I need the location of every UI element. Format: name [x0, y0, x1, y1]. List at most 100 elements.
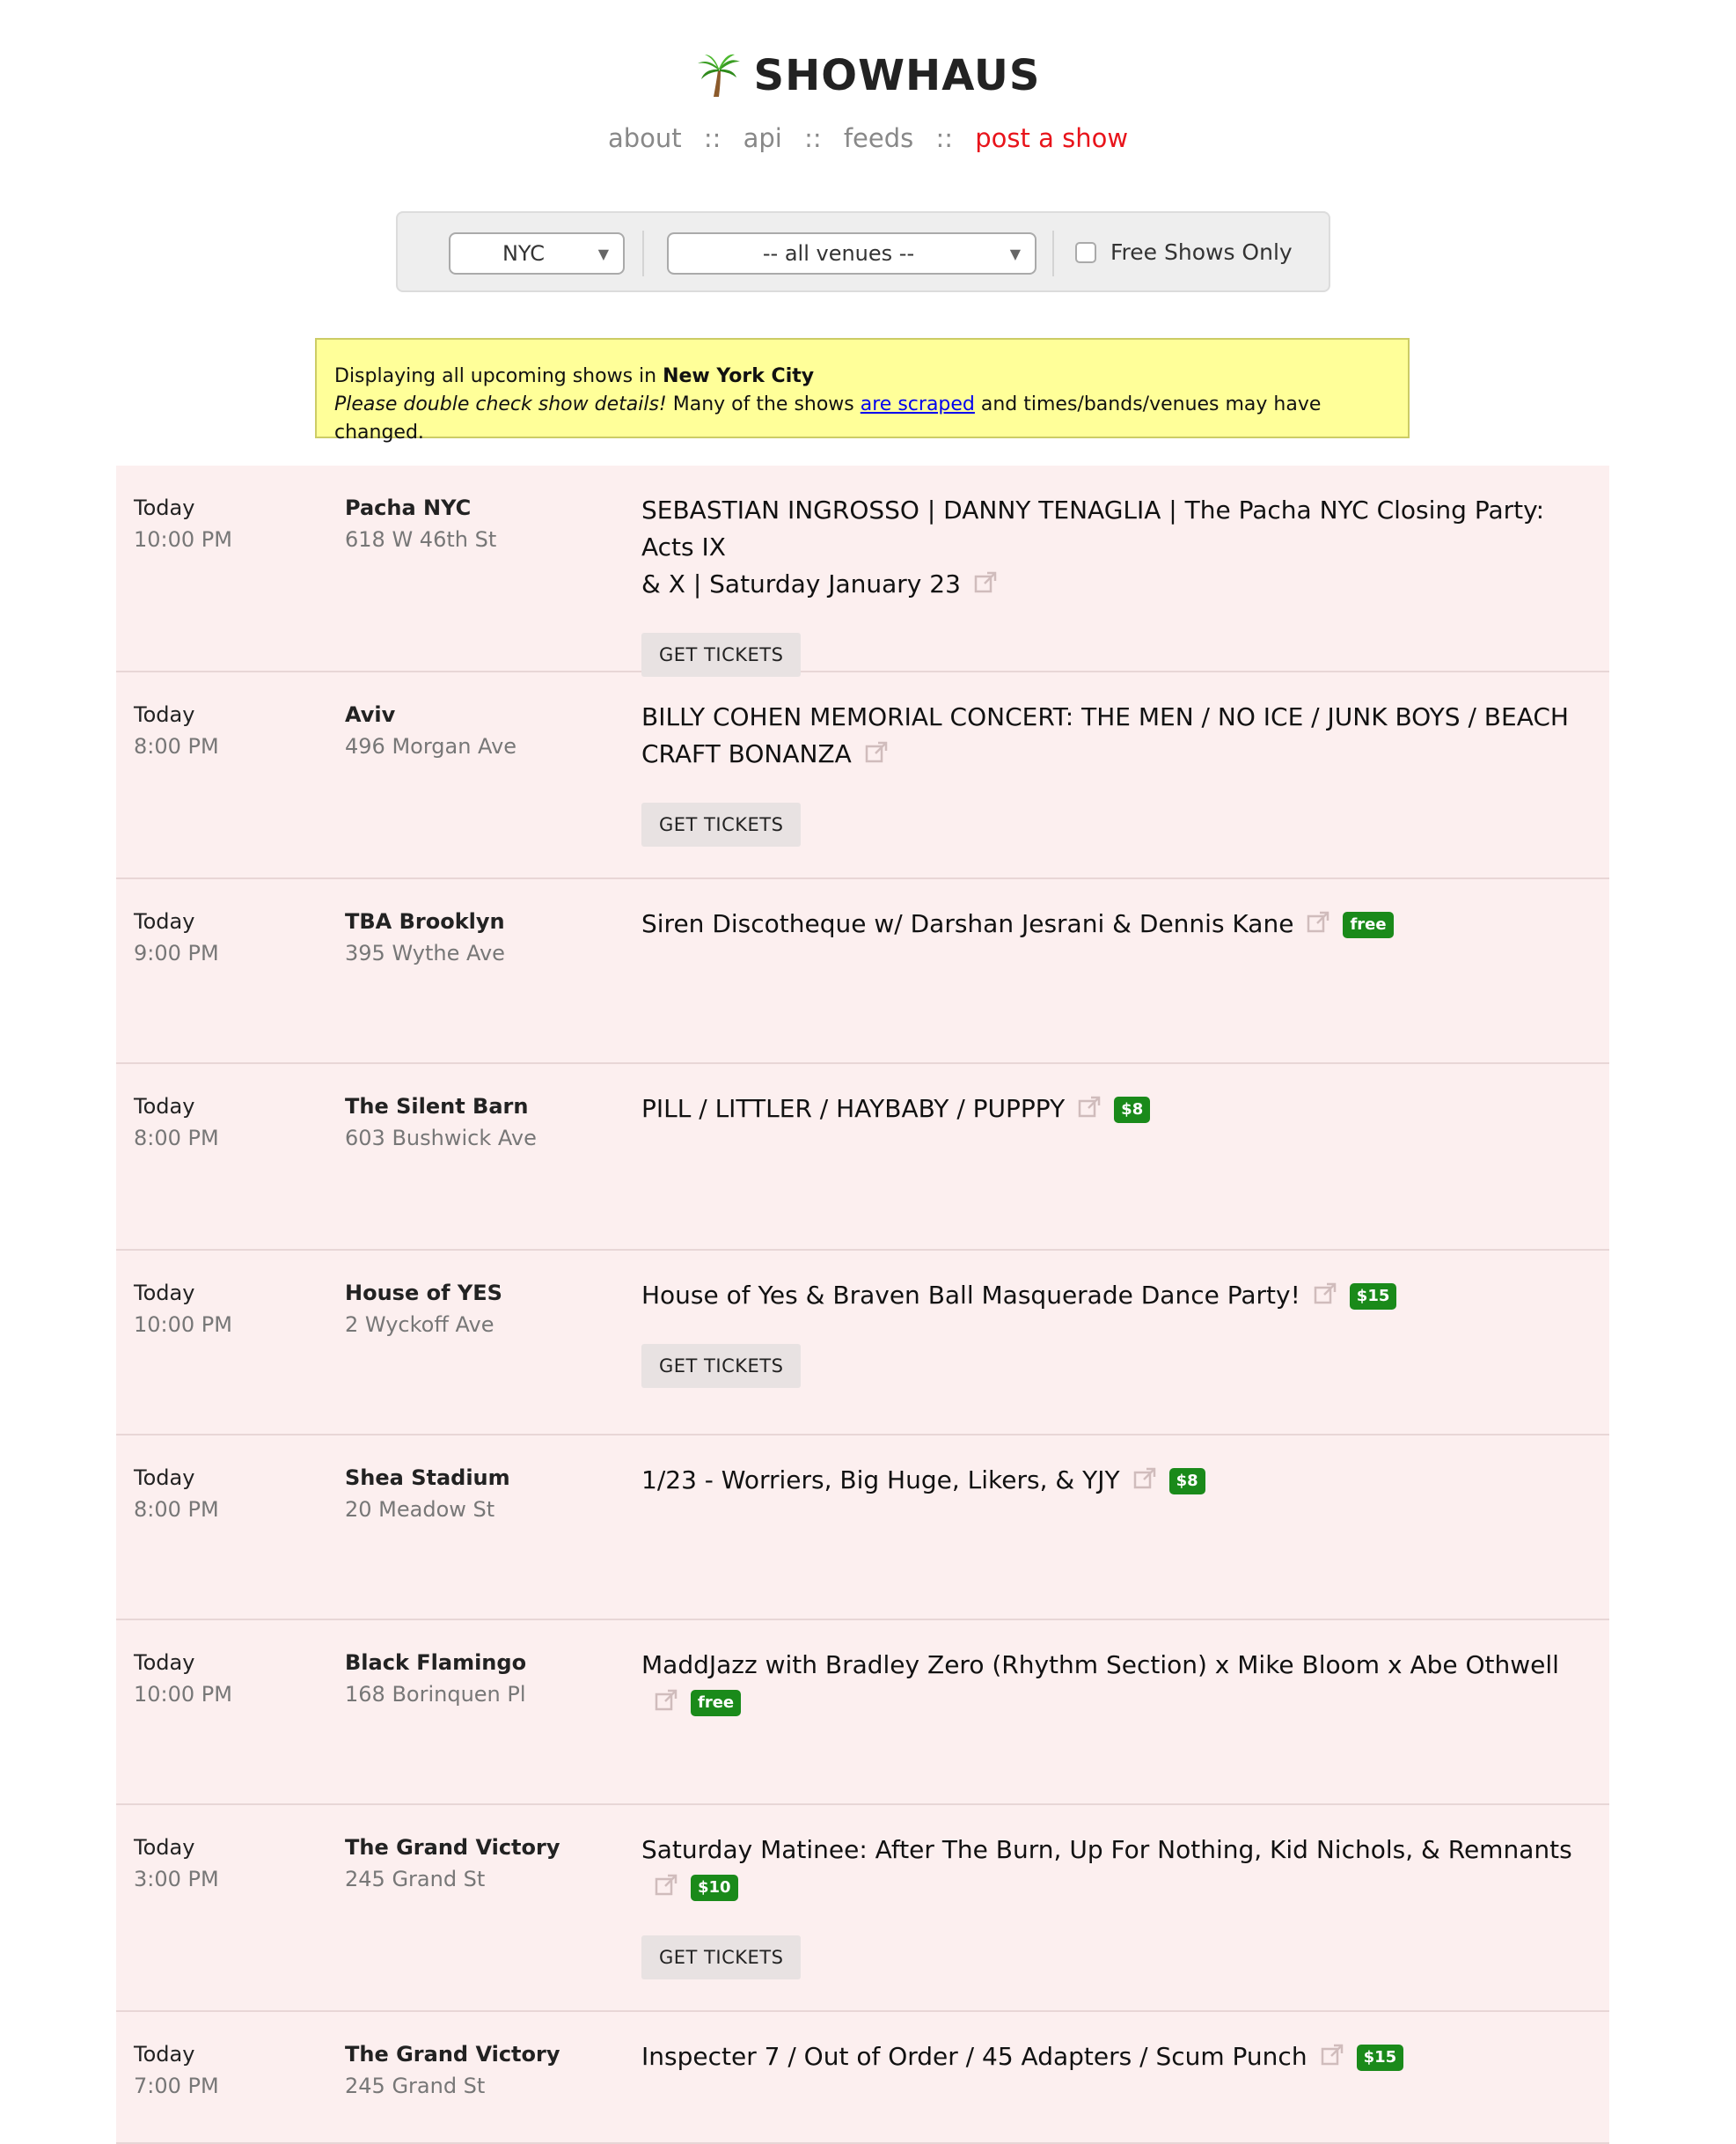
show-title[interactable]: SEBASTIAN INGROSSO | DANNY TENAGLIA | Th…: [641, 492, 1592, 603]
venue-name[interactable]: The Grand Victory: [345, 1832, 560, 1863]
show-title-line: House of Yes & Braven Ball Masquerade Da…: [641, 1281, 1300, 1310]
external-link-icon[interactable]: [864, 738, 889, 763]
show-title[interactable]: BILLY COHEN MEMORIAL CONCERT: THE MEN / …: [641, 699, 1592, 773]
show-venue: Black Flamingo 168 Borinquen Pl: [345, 1647, 526, 1710]
get-tickets-button[interactable]: GET TICKETS: [641, 1344, 802, 1388]
nav-post-a-show[interactable]: post a show: [975, 123, 1128, 153]
venue-name[interactable]: TBA Brooklyn: [345, 906, 505, 937]
show-time: 9:00 PM: [134, 941, 219, 966]
show-row: Today 8:00 PM Shea Stadium 20 Meadow St …: [116, 1435, 1609, 1620]
show-time: 10:00 PM: [134, 1682, 232, 1707]
venue-name[interactable]: Black Flamingo: [345, 1647, 526, 1678]
show-day: Today: [134, 2042, 195, 2067]
external-link-icon[interactable]: [973, 569, 998, 593]
notice-line-2: Please double check show details! Many o…: [334, 391, 1390, 447]
external-link-icon[interactable]: [1320, 2041, 1344, 2066]
city-select[interactable]: NYC ▼: [449, 232, 625, 275]
show-title-line: MaddJazz with Bradley Zero (Rhythm Secti…: [641, 1650, 1559, 1679]
venue-name[interactable]: The Silent Barn: [345, 1090, 537, 1122]
show-venue: Pacha NYC 618 W 46th St: [345, 492, 496, 555]
show-datetime: Today 8:00 PM: [134, 699, 219, 762]
show-title-line: Saturday Matinee: After The Burn, Up For…: [641, 1835, 1572, 1864]
get-tickets-button[interactable]: GET TICKETS: [641, 633, 802, 677]
divider: [1052, 231, 1054, 276]
show-title[interactable]: Siren Discotheque w/ Darshan Jesrani & D…: [641, 906, 1592, 943]
free-shows-checkbox[interactable]: [1075, 242, 1096, 263]
show-row: Today 10:00 PM Pacha NYC 618 W 46th St S…: [116, 466, 1609, 677]
main-nav: about :: api :: feeds :: post a show: [0, 123, 1736, 153]
show-title[interactable]: MaddJazz with Bradley Zero (Rhythm Secti…: [641, 1647, 1592, 1721]
show-datetime: Today 10:00 PM: [134, 1277, 232, 1340]
get-tickets-button[interactable]: GET TICKETS: [641, 1935, 802, 1979]
filter-bar: NYC ▼ -- all venues -- ▼ Free Shows Only: [396, 211, 1330, 292]
external-link-icon[interactable]: [1306, 908, 1330, 933]
show-title-line: CRAFT BONANZA: [641, 739, 852, 768]
show-day: Today: [134, 702, 195, 727]
show-datetime: Today 10:00 PM: [134, 492, 232, 555]
external-link-icon[interactable]: [654, 1871, 678, 1896]
venue-name[interactable]: Aviv: [345, 699, 516, 731]
venue-name[interactable]: House of YES: [345, 1277, 502, 1309]
external-link-icon[interactable]: [1132, 1465, 1157, 1489]
show-row: Today 9:00 PM TBA Brooklyn 395 Wythe Ave…: [116, 879, 1609, 1064]
notice-line-1: Displaying all upcoming shows in New Yor…: [334, 363, 1390, 391]
nav-api[interactable]: api: [743, 123, 782, 153]
show-venue: The Grand Victory 245 Grand St: [345, 1832, 560, 1895]
venue-address: 168 Borinquen Pl: [345, 1682, 526, 1707]
show-title-line: Inspecter 7 / Out of Order / 45 Adapters…: [641, 2042, 1307, 2071]
show-title[interactable]: PILL / LITTLER / HAYBABY / PUPPPY $8: [641, 1090, 1592, 1127]
divider: [642, 231, 644, 276]
nav-separator: ::: [935, 123, 954, 153]
external-link-icon[interactable]: [1077, 1093, 1102, 1118]
venue-name[interactable]: The Grand Victory: [345, 2038, 560, 2070]
show-details: PILL / LITTLER / HAYBABY / PUPPPY $8: [641, 1090, 1592, 1127]
price-badge: $10: [691, 1875, 738, 1901]
notice-text: Displaying all upcoming shows in: [334, 365, 663, 387]
show-row: Today 8:00 PM Aviv 496 Morgan Ave BILLY …: [116, 672, 1609, 879]
show-datetime: Today 8:00 PM: [134, 1090, 219, 1154]
show-details: BILLY COHEN MEMORIAL CONCERT: THE MEN / …: [641, 699, 1592, 847]
show-row: Today 8:00 PM The Silent Barn 603 Bushwi…: [116, 1064, 1609, 1251]
show-datetime: Today 9:00 PM: [134, 906, 219, 969]
palm-tree-icon: [697, 54, 740, 97]
logo[interactable]: SHOWHAUS: [696, 51, 1041, 97]
show-title[interactable]: Saturday Matinee: After The Burn, Up For…: [641, 1832, 1592, 1905]
show-details: Saturday Matinee: After The Burn, Up For…: [641, 1832, 1592, 1979]
show-venue: Aviv 496 Morgan Ave: [345, 699, 516, 762]
show-title-line: Siren Discotheque w/ Darshan Jesrani & D…: [641, 909, 1294, 938]
show-details: House of Yes & Braven Ball Masquerade Da…: [641, 1277, 1592, 1388]
show-time: 10:00 PM: [134, 527, 232, 552]
show-time: 7:00 PM: [134, 2074, 219, 2098]
show-title-line: BILLY COHEN MEMORIAL CONCERT: THE MEN / …: [641, 702, 1569, 731]
venue-address: 603 Bushwick Ave: [345, 1126, 537, 1150]
show-datetime: Today 8:00 PM: [134, 1462, 219, 1525]
show-venue: Shea Stadium 20 Meadow St: [345, 1462, 510, 1525]
venue-select[interactable]: -- all venues -- ▼: [667, 232, 1036, 275]
show-details: 1/23 - Worriers, Big Huge, Likers, & YJY…: [641, 1462, 1592, 1499]
price-badge: free: [691, 1690, 742, 1716]
price-badge: free: [1343, 912, 1394, 938]
chevron-down-icon: ▼: [1009, 246, 1021, 262]
show-title-line: & X | Saturday January 23: [641, 569, 961, 598]
show-details: MaddJazz with Bradley Zero (Rhythm Secti…: [641, 1647, 1592, 1721]
external-link-icon[interactable]: [1313, 1280, 1337, 1304]
external-link-icon[interactable]: [654, 1686, 678, 1711]
venue-name[interactable]: Shea Stadium: [345, 1462, 510, 1494]
show-venue: The Grand Victory 245 Grand St: [345, 2038, 560, 2102]
nav-feeds[interactable]: feeds: [844, 123, 913, 153]
get-tickets-button[interactable]: GET TICKETS: [641, 803, 802, 847]
show-title[interactable]: House of Yes & Braven Ball Masquerade Da…: [641, 1277, 1592, 1314]
notice-warning: Please double check show details!: [334, 393, 667, 415]
show-day: Today: [134, 496, 195, 520]
scraped-link[interactable]: are scraped: [861, 393, 975, 415]
show-datetime: Today 7:00 PM: [134, 2038, 219, 2102]
show-title[interactable]: Inspecter 7 / Out of Order / 45 Adapters…: [641, 2038, 1592, 2075]
notice-city: New York City: [663, 365, 815, 387]
show-day: Today: [134, 1281, 195, 1305]
nav-about[interactable]: about: [608, 123, 682, 153]
nav-separator: ::: [804, 123, 822, 153]
free-shows-label[interactable]: Free Shows Only: [1110, 239, 1293, 265]
venue-name[interactable]: Pacha NYC: [345, 492, 496, 524]
show-title[interactable]: 1/23 - Worriers, Big Huge, Likers, & YJY…: [641, 1462, 1592, 1499]
show-details: SEBASTIAN INGROSSO | DANNY TENAGLIA | Th…: [641, 492, 1592, 677]
